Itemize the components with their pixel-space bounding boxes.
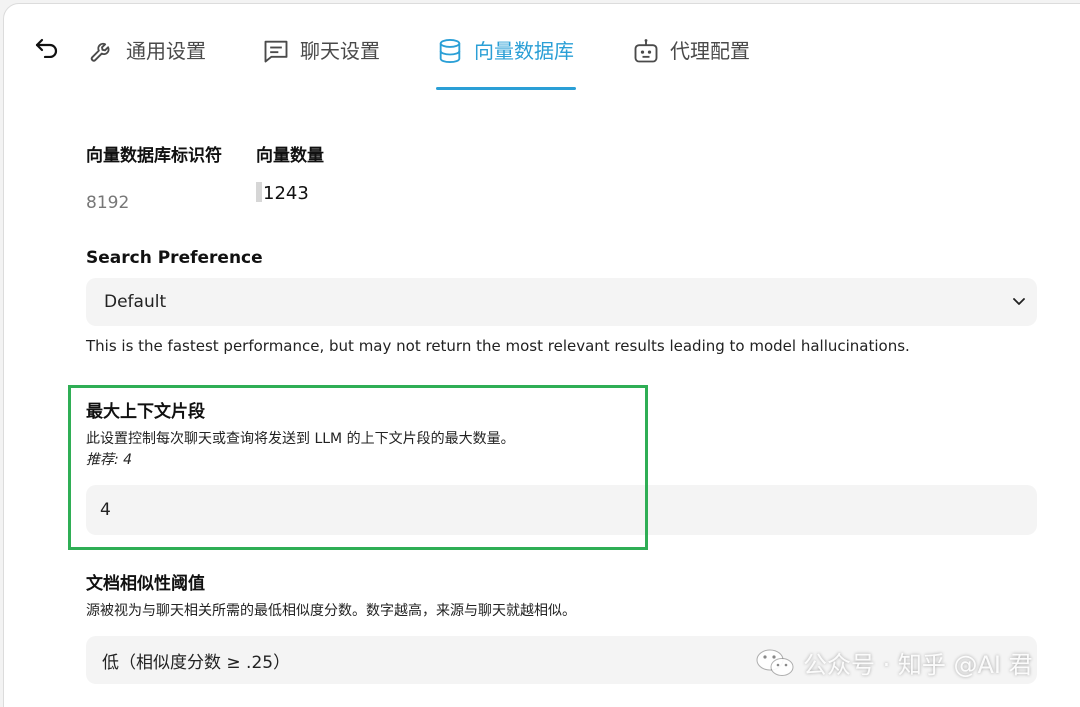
- max-snippets-recommend: 推荐: 4: [86, 452, 133, 468]
- search-preference-hint: This is the fastest performance, but may…: [86, 337, 910, 355]
- vector-count-value: 1243: [263, 183, 309, 204]
- max-snippets-input[interactable]: 4: [86, 485, 1037, 535]
- max-snippets-value: 4: [100, 500, 111, 520]
- max-snippets-desc: 此设置控制每次聊天或查询将发送到 LLM 的上下文片段的最大数量。: [86, 431, 515, 447]
- search-preference-select[interactable]: Default: [86, 278, 1037, 326]
- watermark-text: 公众号 · 知乎 @AI 君: [803, 651, 1033, 679]
- similarity-threshold-value: 低（相似度分数 ≥ .25）: [102, 652, 291, 673]
- tab-vector-database[interactable]: 向量数据库: [436, 30, 576, 90]
- identifier-value: 8192: [86, 193, 130, 213]
- database-icon: [439, 38, 461, 64]
- wrench-icon: [90, 42, 110, 62]
- similarity-threshold-desc: 源被视为与聊天相关所需的最低相似度分数。数字越高，来源与聊天就越相似。: [86, 603, 576, 619]
- tab-label: 代理配置: [670, 39, 750, 63]
- search-preference-value: Default: [104, 292, 167, 312]
- watermark: 公众号 · 知乎 @AI 君: [755, 645, 1033, 680]
- max-snippets-label: 最大上下文片段: [86, 402, 205, 422]
- search-preference-label: Search Preference: [86, 248, 263, 268]
- identifier-label: 向量数据库标识符: [86, 146, 222, 166]
- wechat-icon: [756, 649, 794, 676]
- tab-label: 通用设置: [126, 39, 206, 63]
- tab-general-settings[interactable]: 通用设置: [88, 30, 206, 90]
- similarity-threshold-label: 文档相似性阈值: [86, 574, 205, 594]
- tab-agent-config[interactable]: 代理配置: [632, 30, 750, 90]
- tab-label: 向量数据库: [474, 39, 574, 63]
- vector-count-label: 向量数量: [256, 146, 324, 166]
- robot-icon: [634, 39, 658, 63]
- vector-count: 1243: [256, 182, 309, 204]
- tab-chat-settings[interactable]: 聊天设置: [262, 30, 380, 90]
- tab-label: 聊天设置: [300, 39, 380, 63]
- text-cursor-mark: [256, 182, 262, 202]
- chevron-down-icon: [1013, 298, 1025, 305]
- chat-icon: [264, 40, 288, 63]
- back-arrow-icon[interactable]: [35, 38, 59, 58]
